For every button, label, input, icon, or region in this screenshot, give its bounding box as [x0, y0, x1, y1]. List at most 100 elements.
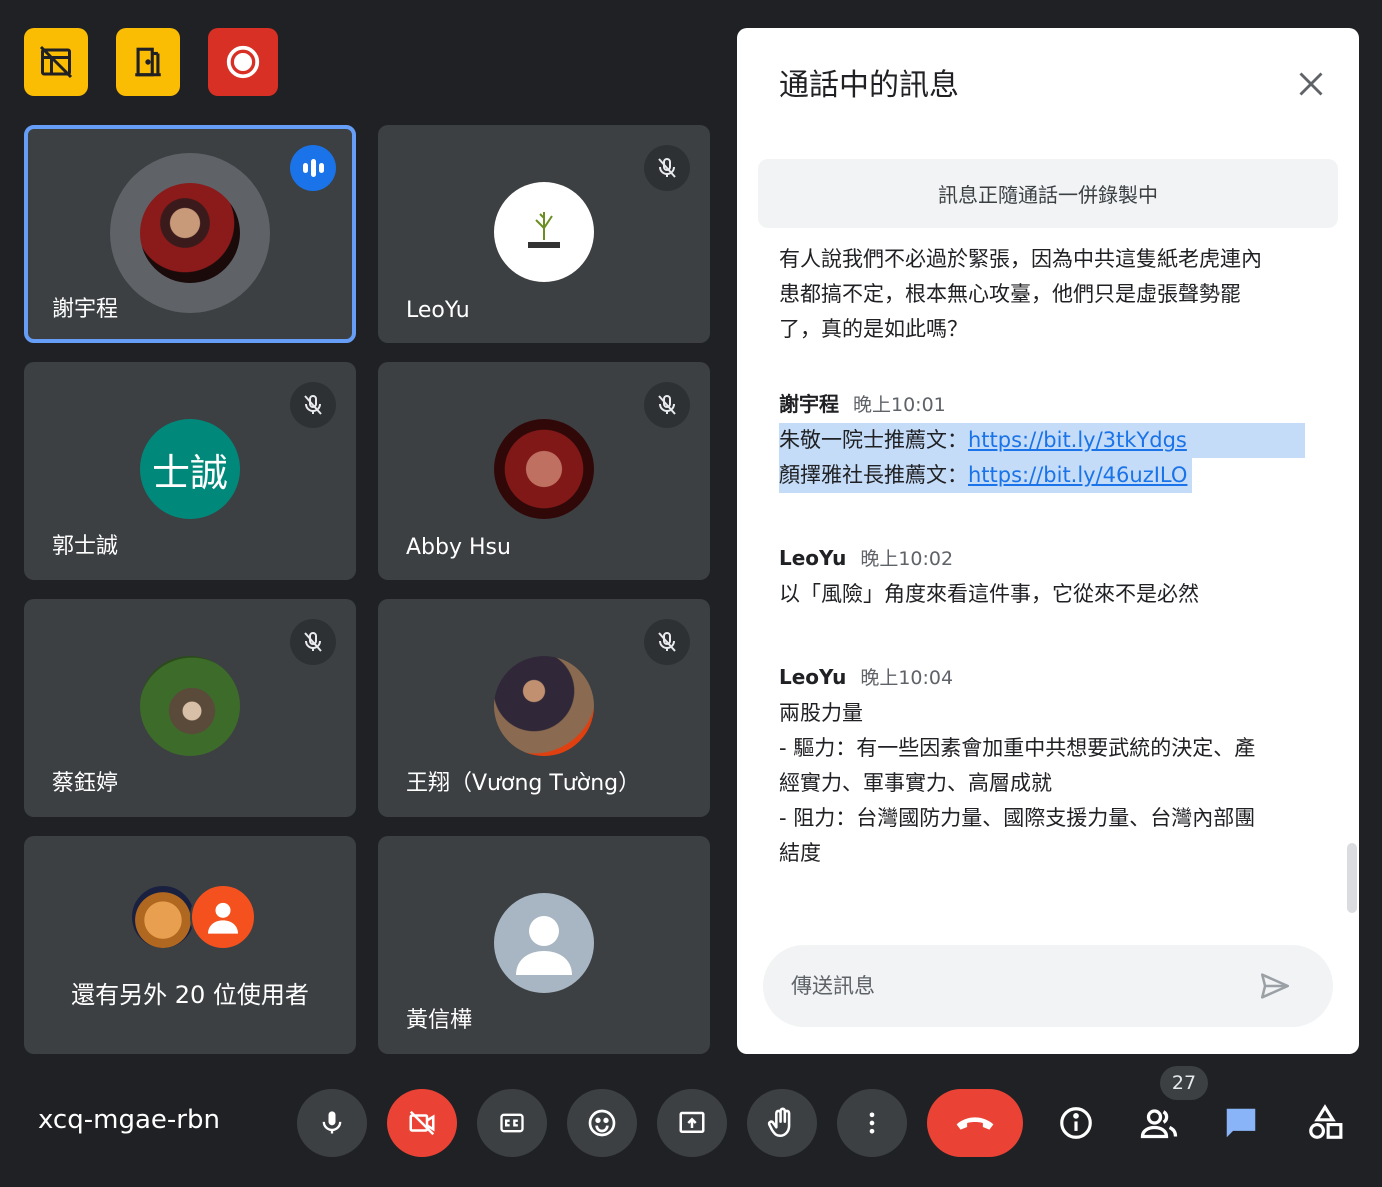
participant-grid: 謝宇程 LeoYu 士誠 郭士誠 Abby Hsu 蔡鈺婷 王翔（Vương T… [24, 125, 710, 1055]
participant-avatar [494, 656, 594, 756]
more-vert-icon [869, 1112, 875, 1134]
no-layout-icon [39, 45, 73, 79]
more-participants-tile[interactable]: 還有另外 20 位使用者 [24, 836, 356, 1054]
message-header: 謝宇程 晚上10:01 [779, 387, 1299, 423]
message-text: 以「風險」角度來看這件事，它從來不是必然 [779, 582, 1199, 606]
emoji-icon [588, 1109, 616, 1137]
participant-avatar [494, 182, 594, 282]
activities-button[interactable] [1300, 1098, 1350, 1148]
meeting-code: xcq-mgae-rbn [38, 1105, 220, 1135]
more-users-label: 還有另外 20 位使用者 [71, 981, 309, 1009]
participant-name: 黃信樺 [406, 1008, 473, 1033]
message-time: 晚上10:02 [860, 548, 954, 570]
chat-message-list[interactable]: 有人說我們不必過於緊張，因為中共這隻紙老虎連內 患都搞不定，根本無心攻臺，他們只… [779, 242, 1305, 871]
close-icon [1299, 72, 1323, 96]
participant-name: 王翔（Vương Tường） [406, 771, 641, 796]
participant-tile[interactable]: 士誠 郭士誠 [24, 362, 356, 580]
chat-message: 朱敬一院士推薦文：https://bit.ly/3tkYdgs 顏擇雅社長推薦文… [779, 423, 1305, 493]
person-silhouette-icon [494, 893, 594, 993]
door-icon [135, 47, 161, 77]
selected-line: 顏擇雅社長推薦文：https://bit.ly/46uzILO [779, 458, 1192, 493]
chat-message: 有人說我們不必過於緊張，因為中共這隻紙老虎連內 患都搞不定，根本無心攻臺，他們只… [779, 242, 1299, 347]
participant-name: LeoYu [406, 298, 470, 323]
participant-name: 謝宇程 [52, 297, 119, 322]
record-icon [226, 45, 260, 79]
chat-message: 兩股力量 - 驅力：有一些因素會加重中共想要武統的決定、產 經實力、軍事實力、高… [779, 696, 1299, 871]
present-screen-icon [679, 1111, 705, 1133]
message-link[interactable]: https://bit.ly/46uzILO [968, 463, 1187, 487]
camera-button[interactable] [387, 1089, 457, 1157]
camera-off-icon [409, 1110, 435, 1136]
speaking-indicator-icon [290, 145, 336, 191]
participant-tile[interactable]: LeoYu [378, 125, 710, 343]
microphone-button[interactable] [297, 1089, 367, 1157]
participant-avatar [140, 656, 240, 756]
participant-tile[interactable]: 黃信樺 [378, 836, 710, 1054]
participant-tile[interactable]: 謝宇程 [24, 125, 356, 343]
selected-line: 朱敬一院士推薦文：https://bit.ly/3tkYdgs [779, 423, 1305, 458]
chat-button[interactable] [1216, 1098, 1266, 1148]
meeting-details-button[interactable] [1051, 1098, 1101, 1148]
send-button[interactable] [1257, 969, 1293, 1007]
reactions-button[interactable] [567, 1089, 637, 1157]
message-header: LeoYu 晚上10:04 [779, 660, 1299, 696]
muted-mic-icon [290, 382, 336, 428]
raise-hand-button[interactable] [747, 1089, 817, 1157]
microphone-icon [322, 1111, 342, 1134]
hangup-icon [956, 1117, 994, 1130]
hand-icon [767, 1107, 791, 1138]
participant-avatar: 士誠 [140, 419, 240, 519]
message-sender: LeoYu [779, 665, 847, 689]
host-badges [24, 28, 278, 96]
muted-mic-icon [644, 619, 690, 665]
close-chat-button[interactable] [1291, 64, 1331, 104]
access-badge[interactable] [116, 28, 180, 96]
recording-notice: 訊息正隨通話一併錄製中 [758, 159, 1338, 228]
captions-icon [500, 1113, 524, 1133]
message-text: 有人說我們不必過於緊張，因為中共這隻紙老虎連內 患都搞不定，根本無心攻臺，他們只… [779, 247, 1262, 341]
send-message-box[interactable] [763, 945, 1333, 1027]
participant-name: 郭士誠 [52, 534, 119, 559]
chat-message: 以「風險」角度來看這件事，它從來不是必然 [779, 577, 1299, 612]
participant-name: Abby Hsu [406, 535, 511, 560]
participant-tile[interactable]: 王翔（Vương Tường） [378, 599, 710, 817]
logo-avatar-icon [528, 212, 560, 248]
message-time: 晚上10:01 [853, 394, 946, 416]
chat-icon [1226, 1108, 1256, 1138]
send-icon [1260, 973, 1290, 999]
muted-mic-icon [644, 382, 690, 428]
layout-lock-badge[interactable] [24, 28, 88, 96]
cat-avatar [130, 884, 196, 950]
person-avatar-icon [190, 884, 256, 950]
message-text: 朱敬一院士推薦文： [779, 428, 968, 452]
muted-mic-icon [290, 619, 336, 665]
avatar-initials: 士誠 [151, 450, 228, 495]
people-button[interactable] [1134, 1098, 1184, 1148]
shapes-icon [1309, 1104, 1343, 1139]
participant-avatar [494, 419, 594, 519]
message-sender: 謝宇程 [779, 392, 839, 416]
recording-badge[interactable] [208, 28, 278, 96]
participant-tile[interactable]: Abby Hsu [378, 362, 710, 580]
info-icon [1060, 1107, 1092, 1139]
chat-panel: 通話中的訊息 訊息正隨通話一併錄製中 有人說我們不必過於緊張，因為中共這隻紙老虎… [737, 28, 1359, 1054]
message-text: 兩股力量 - 驅力：有一些因素會加重中共想要武統的決定、產 經實力、軍事實力、高… [779, 701, 1256, 865]
participant-name: 蔡鈺婷 [52, 771, 119, 796]
participant-tile[interactable]: 蔡鈺婷 [24, 599, 356, 817]
participants-count-badge: 27 [1160, 1066, 1208, 1100]
muted-mic-icon [644, 145, 690, 191]
captions-button[interactable] [477, 1089, 547, 1157]
send-message-input[interactable] [791, 974, 1251, 998]
message-time: 晚上10:04 [860, 667, 954, 689]
chat-scrollbar[interactable] [1347, 843, 1357, 913]
message-link[interactable]: https://bit.ly/3tkYdgs [968, 428, 1187, 452]
people-icon [1140, 1109, 1178, 1139]
more-options-button[interactable] [837, 1089, 907, 1157]
participant-avatar [140, 183, 240, 283]
message-sender: LeoYu [779, 546, 847, 570]
chat-panel-title: 通話中的訊息 [779, 68, 959, 103]
message-header: LeoYu 晚上10:02 [779, 541, 1299, 577]
message-text: 顏擇雅社長推薦文： [779, 463, 968, 487]
present-screen-button[interactable] [657, 1089, 727, 1157]
leave-call-button[interactable] [927, 1089, 1023, 1157]
